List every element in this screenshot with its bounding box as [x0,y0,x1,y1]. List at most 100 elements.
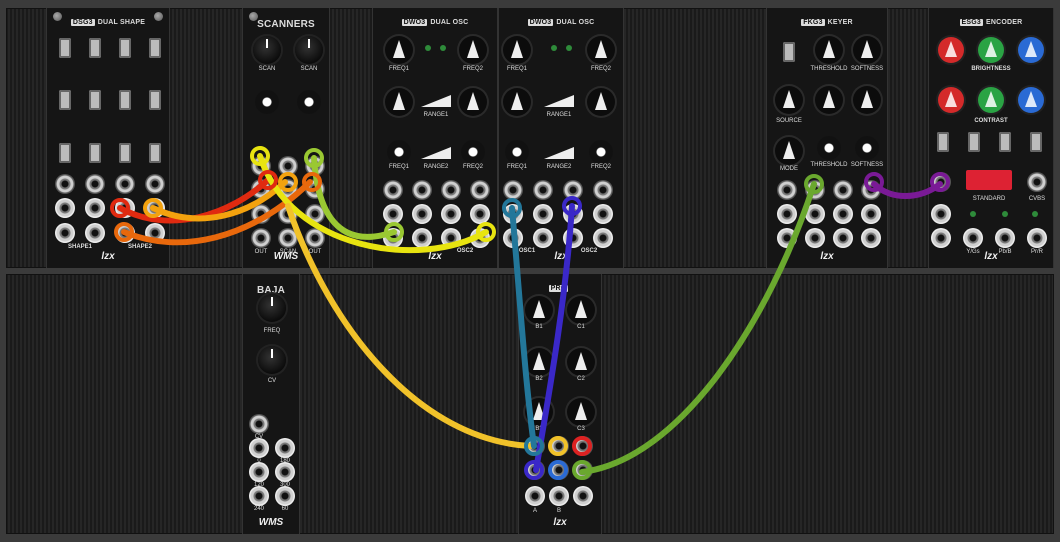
knob[interactable] [461,140,485,164]
jack[interactable] [249,414,269,434]
jack[interactable] [55,223,75,243]
jack[interactable] [861,180,881,200]
toggle-switch[interactable] [89,143,101,163]
jack[interactable] [115,174,135,194]
range2-slider[interactable] [421,145,451,159]
blue-knob[interactable] [1018,37,1044,63]
jack[interactable] [833,228,853,248]
green-knob[interactable] [978,87,1004,113]
jack[interactable] [593,228,613,248]
green-knob[interactable] [978,37,1004,63]
module-dwo3-a[interactable]: DWO3 DUAL OSC FREQ1 FREQ2 RANGE1 RANGE2 F… [372,8,498,268]
jack[interactable] [931,204,951,224]
jack[interactable] [470,180,490,200]
jack[interactable] [305,228,325,248]
toggle-switch[interactable] [149,90,161,110]
jack[interactable] [249,486,269,506]
jack[interactable] [1027,228,1047,248]
toggle-switch[interactable] [59,38,71,58]
toggle-switch[interactable] [149,38,161,58]
jack[interactable] [533,204,553,224]
jack[interactable] [251,228,271,248]
softness-knob[interactable] [853,36,881,64]
jack[interactable] [1027,172,1047,192]
b1-knob[interactable] [525,296,553,324]
jack[interactable] [85,174,105,194]
c2-knob[interactable] [567,348,595,376]
jack[interactable] [251,179,271,199]
jack[interactable] [278,228,298,248]
toggle-switch[interactable] [89,38,101,58]
jack[interactable] [593,180,613,200]
module-fkg3[interactable]: FKG3 KEYER THRESHOLD SOFTNESS SOURCE MODE… [766,8,888,268]
mode-knob[interactable] [775,137,803,165]
jack[interactable] [931,228,951,248]
knob[interactable] [387,140,411,164]
jack[interactable] [85,198,105,218]
b2-knob[interactable] [525,348,553,376]
jack[interactable] [573,436,593,456]
freq1-knob[interactable] [385,36,413,64]
toggle-switch[interactable] [937,132,949,152]
jack[interactable] [833,204,853,224]
jack[interactable] [549,486,569,506]
jack[interactable] [470,204,490,224]
standard-dip-switch[interactable] [966,170,1012,190]
range2-slider[interactable] [544,145,574,159]
knob[interactable] [815,86,843,114]
freq2-knob[interactable] [587,36,615,64]
module-dwo3-b[interactable]: DWO3 DUAL OSC FREQ1 FREQ2 RANGE1 RANGE2 F… [498,8,624,268]
toggle-switch[interactable] [149,143,161,163]
jack[interactable] [115,223,135,243]
blue-knob[interactable] [1018,87,1044,113]
jack[interactable] [249,462,269,482]
knob[interactable] [503,88,531,116]
knob[interactable] [297,90,321,114]
jack[interactable] [278,156,298,176]
freq2-knob[interactable] [459,36,487,64]
jack[interactable] [383,180,403,200]
jack[interactable] [563,180,583,200]
jack[interactable] [593,204,613,224]
jack[interactable] [995,228,1015,248]
toggle-switch[interactable] [999,132,1011,152]
module-baja[interactable]: BAJA FREQ CV CV 0 180 120 300 240 60 WMS [242,274,300,534]
jack[interactable] [278,204,298,224]
jack[interactable] [145,198,165,218]
jack[interactable] [805,228,825,248]
jack[interactable] [55,198,75,218]
jack[interactable] [441,180,461,200]
toggle-switch[interactable] [59,143,71,163]
jack[interactable] [470,228,490,248]
jack[interactable] [305,179,325,199]
jack[interactable] [533,228,553,248]
jack[interactable] [145,223,165,243]
jack[interactable] [963,228,983,248]
toggle-switch[interactable] [783,42,795,62]
knob[interactable] [459,88,487,116]
c1-knob[interactable] [567,296,595,324]
range1-slider[interactable] [421,93,451,107]
jack[interactable] [278,179,298,199]
toggle-switch[interactable] [59,90,71,110]
source-knob[interactable] [775,86,803,114]
jack[interactable] [305,156,325,176]
knob[interactable] [589,140,613,164]
jack[interactable] [383,204,403,224]
module-esg3[interactable]: ESG3 ENCODER BRIGHTNESS CONTRAST STANDARD… [928,8,1054,268]
jack[interactable] [833,180,853,200]
freq-knob[interactable] [258,294,286,322]
module-dsg3[interactable]: DSG3 DUAL SHAPE SHAPE1 SHAPE2 lzx [46,8,170,268]
jack[interactable] [249,438,269,458]
module-scanners[interactable]: SCANNERS SCAN SCAN OUT SCAN OUT WMS [242,8,330,268]
scan-knob[interactable] [295,36,323,64]
softness-cv-knob[interactable] [855,136,879,160]
toggle-switch[interactable] [968,132,980,152]
toggle-switch[interactable] [119,90,131,110]
jack[interactable] [503,204,523,224]
scan-knob[interactable] [253,36,281,64]
threshold-knob[interactable] [815,36,843,64]
jack[interactable] [777,204,797,224]
b3-knob[interactable] [525,398,553,426]
knob[interactable] [587,88,615,116]
